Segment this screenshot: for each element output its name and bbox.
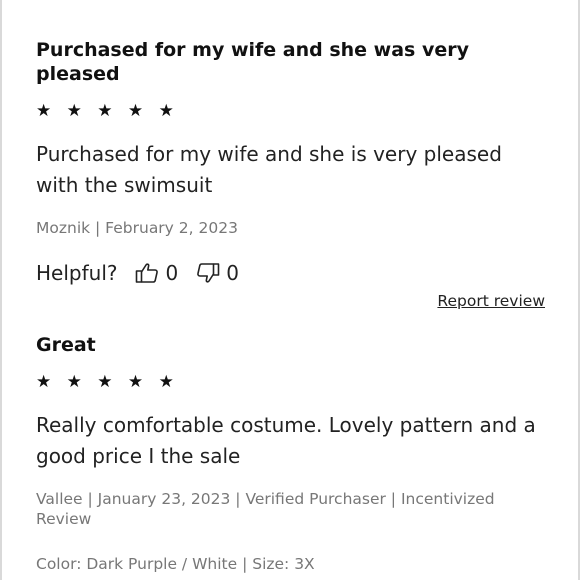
thumbs-down-count: 0 [226, 261, 239, 285]
thumbs-up-count: 0 [165, 261, 179, 285]
review-meta: Vallee | January 23, 2023 | Verified Pur… [36, 490, 495, 528]
star-rating: ★ ★ ★ ★ ★ [36, 101, 179, 121]
thumbs-up-icon [136, 263, 159, 283]
review-body: Purchased for my wife and she is very pl… [36, 142, 502, 197]
star-rating: ★ ★ ★ ★ ★ [36, 372, 179, 392]
review-body: Really comfortable costume. Lovely patte… [36, 413, 536, 468]
review-meta: Moznik | February 2, 2023 [36, 219, 238, 237]
thumbs-up-button[interactable]: 0 [135, 261, 178, 285]
review-title: Great [36, 334, 96, 356]
review-card: Purchased for my wife and she was very p… [36, 38, 546, 285]
helpful-label: Helpful? [36, 261, 118, 285]
review-attributes: Color: Dark Purple / White | Size: 3X [36, 555, 315, 573]
thumbs-down-button[interactable]: 0 [196, 261, 239, 285]
review-card: Great ★ ★ ★ ★ ★ Really comfortable costu… [36, 333, 546, 574]
review-title: Purchased for my wife and she was very p… [36, 39, 470, 85]
helpful-row: Helpful? 0 0 [36, 261, 546, 285]
left-border [0, 0, 2, 580]
thumbs-down-icon [197, 263, 220, 283]
report-review-link[interactable]: Report review [437, 292, 545, 310]
